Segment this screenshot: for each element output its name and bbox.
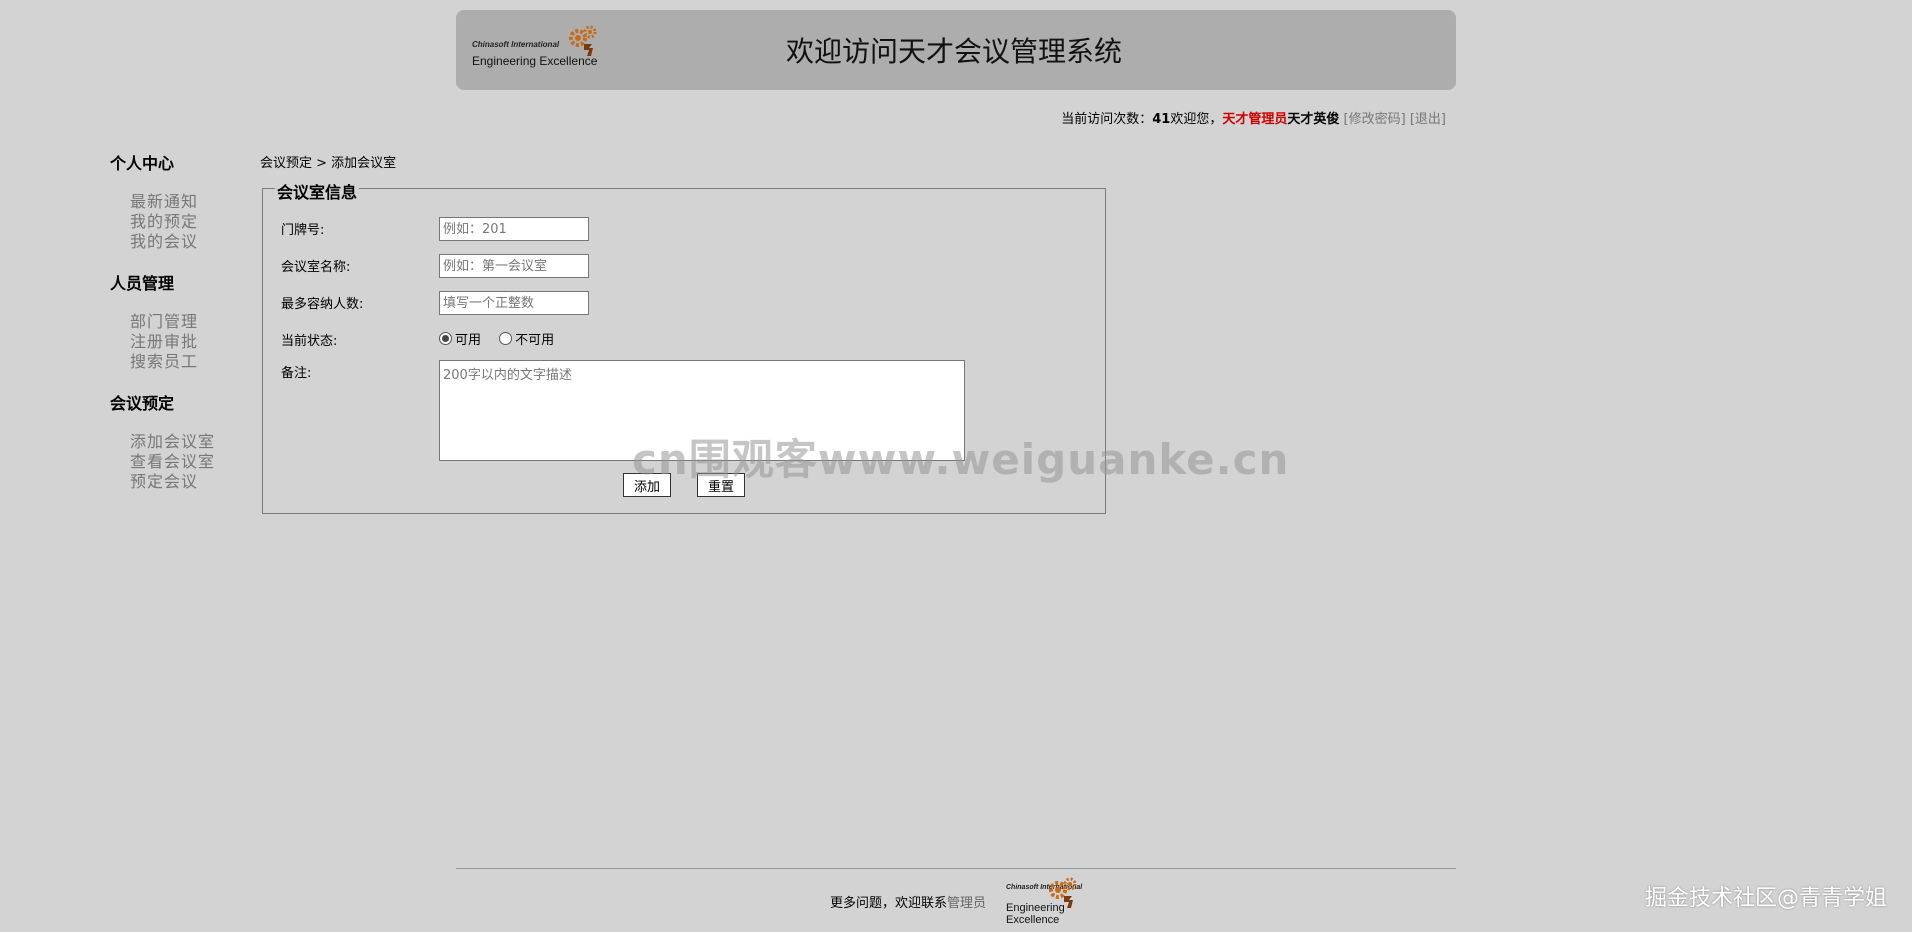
status-available-radio[interactable] bbox=[439, 332, 452, 345]
corner-watermark: 掘金技术社区@青青学姐 bbox=[1644, 886, 1887, 911]
user-name: 天才英俊 bbox=[1287, 112, 1340, 127]
page-title: 欢迎访问天才会议管理系统 bbox=[786, 35, 1123, 68]
gear-icon bbox=[569, 25, 597, 56]
welcome-text: 欢迎您， bbox=[1170, 112, 1223, 127]
remark-label: 备注: bbox=[281, 366, 312, 381]
status-unavailable-radio[interactable] bbox=[499, 332, 513, 345]
sidebar-group-staff: 人员管理 bbox=[110, 274, 175, 293]
sidebar-group-booking: 会议预定 bbox=[110, 394, 175, 413]
header-banner: Chinasoft International Engineering Exce… bbox=[456, 10, 1456, 90]
change-password-link[interactable]: [修改密码] bbox=[1344, 112, 1406, 127]
sidebar-item-my-reservations[interactable]: 我的预定 bbox=[130, 212, 240, 232]
room-name-input[interactable] bbox=[439, 254, 589, 278]
footer-logo: Chinasoft International Engineering Exce… bbox=[1006, 876, 1086, 928]
visits-count: 41 bbox=[1152, 112, 1171, 127]
sidebar-item-search-staff[interactable]: 搜索员工 bbox=[130, 352, 240, 372]
visits-label: 当前访问次数： bbox=[1061, 112, 1153, 127]
footer-gear-icon bbox=[1049, 877, 1077, 908]
user-role: 天才管理员 bbox=[1222, 112, 1288, 127]
sidebar-item-departments[interactable]: 部门管理 bbox=[130, 312, 240, 332]
capacity-label: 最多容纳人数: bbox=[281, 297, 364, 312]
status-available-label: 可用 bbox=[455, 333, 482, 348]
status-unavailable-option[interactable]: 不可用 bbox=[499, 329, 554, 348]
sidebar-item-latest-notice[interactable]: 最新通知 bbox=[130, 192, 240, 212]
status-available-option[interactable]: 可用 bbox=[439, 329, 481, 348]
capacity-input[interactable] bbox=[439, 291, 589, 315]
status-unavailable-label: 不可用 bbox=[515, 333, 555, 348]
admin-contact-link[interactable]: 管理员 bbox=[947, 896, 986, 911]
logo-company-text: Chinasoft International bbox=[472, 40, 560, 49]
status-radio-group: 可用 不可用 bbox=[439, 329, 568, 348]
room-name-label: 会议室名称: bbox=[281, 260, 351, 275]
room-number-label: 门牌号: bbox=[281, 223, 325, 238]
watermark-text: cn围观客www.weiguanke.cn bbox=[632, 435, 1290, 484]
logout-link[interactable]: [退出] bbox=[1410, 112, 1446, 127]
company-logo: Chinasoft International Engineering Exce… bbox=[472, 24, 604, 76]
footer-contact: 更多问题，欢迎联系管理员 bbox=[830, 892, 986, 911]
sidebar-item-book-meeting[interactable]: 预定会议 bbox=[130, 472, 240, 492]
sidebar: 个人中心 最新通知 我的预定 我的会议 人员管理 部门管理 注册审批 搜索员工 … bbox=[110, 150, 240, 510]
footer-divider bbox=[456, 868, 1456, 869]
sidebar-group-personal: 个人中心 bbox=[110, 154, 175, 173]
sidebar-item-view-rooms[interactable]: 查看会议室 bbox=[130, 452, 240, 472]
room-number-input[interactable] bbox=[439, 217, 589, 241]
sidebar-item-add-room[interactable]: 添加会议室 bbox=[130, 432, 240, 452]
sidebar-item-my-meetings[interactable]: 我的会议 bbox=[130, 232, 240, 252]
user-info-bar: 当前访问次数：41欢迎您，天才管理员天才英俊 [修改密码] [退出] bbox=[1061, 108, 1446, 127]
status-label: 当前状态: bbox=[281, 334, 338, 349]
sidebar-item-registration-approval[interactable]: 注册审批 bbox=[130, 332, 240, 352]
form-legend: 会议室信息 bbox=[275, 179, 360, 203]
breadcrumb: 会议预定 > 添加会议室 bbox=[260, 156, 397, 171]
footer-contact-text: 更多问题，欢迎联系 bbox=[830, 896, 948, 911]
